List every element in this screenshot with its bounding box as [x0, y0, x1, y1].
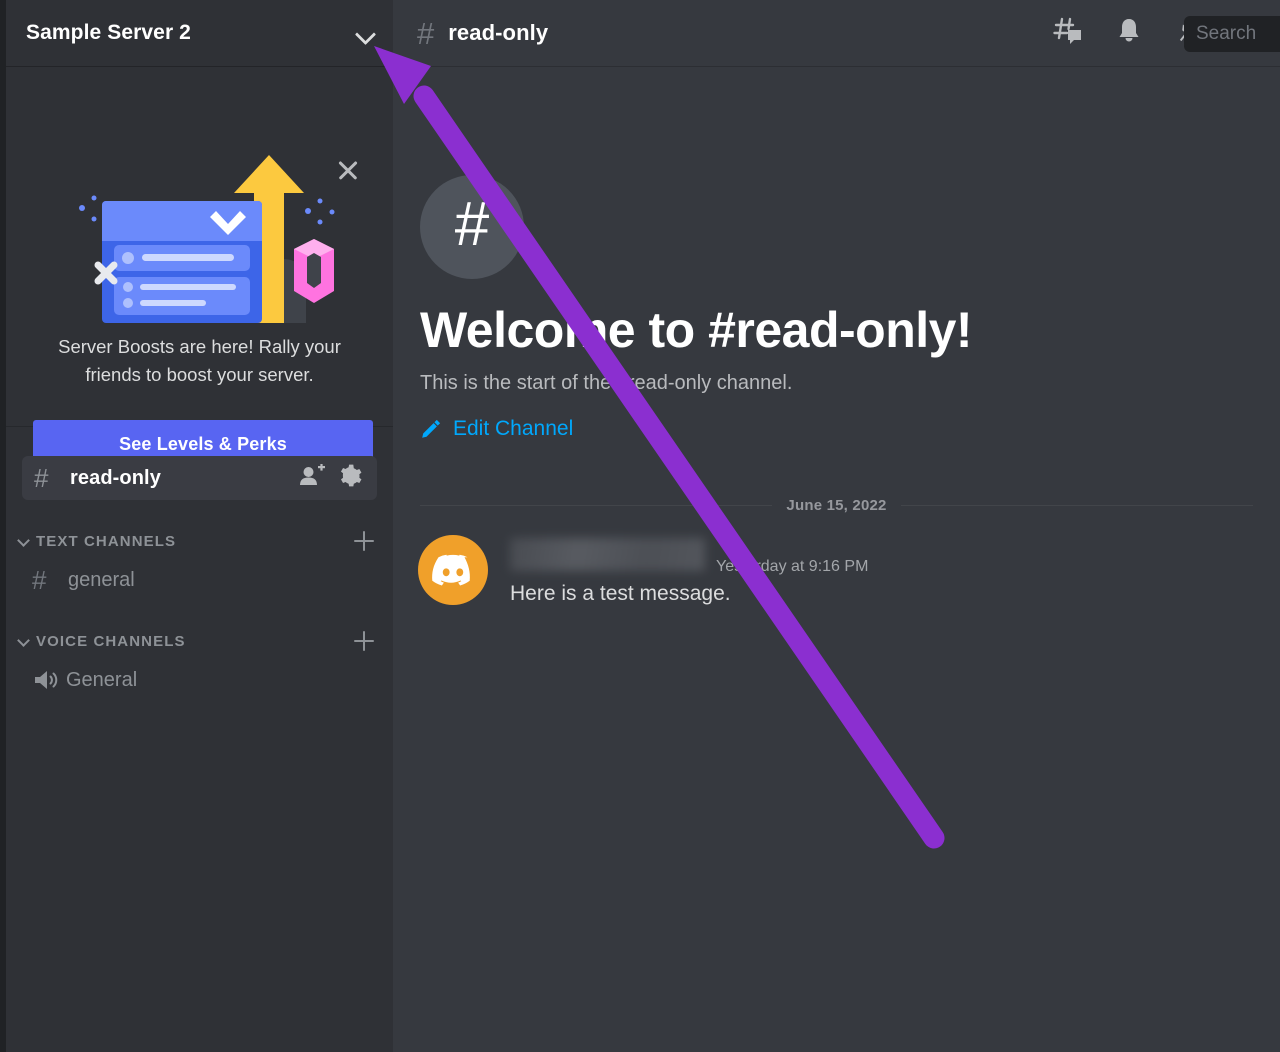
hash-icon: # — [454, 190, 490, 259]
pencil-icon — [420, 418, 442, 440]
threads-icon[interactable] — [1053, 17, 1083, 50]
server-boost-card: Server Boosts are here! Rally your frien… — [6, 67, 393, 468]
plus-icon[interactable] — [353, 530, 375, 552]
notification-bell-icon[interactable] — [1116, 17, 1142, 50]
welcome-subtitle: This is the start of the #read-only chan… — [420, 372, 793, 394]
message-body: Yesterday at 9:16 PM Here is a test mess… — [510, 535, 868, 606]
server-name: Sample Server 2 — [26, 21, 191, 44]
edit-channel-link[interactable]: Edit Channel — [420, 417, 573, 441]
chevron-down-icon[interactable] — [18, 535, 30, 547]
search-input[interactable]: Search — [1184, 16, 1280, 52]
message-timestamp: Yesterday at 9:16 PM — [716, 558, 869, 575]
hash-icon: # — [32, 565, 47, 595]
channel-group-label: VOICE CHANNELS — [36, 632, 186, 650]
channel-hash-avatar: # — [420, 175, 524, 279]
divider-date-label: June 15, 2022 — [786, 497, 887, 514]
channel-welcome-block: # Welcome to #read-only! This is the sta… — [393, 175, 1280, 445]
person-add-icon[interactable] — [299, 463, 325, 493]
hash-icon: # — [417, 15, 435, 51]
boost-description: Server Boosts are here! Rally your frien… — [58, 336, 341, 385]
gear-icon[interactable] — [339, 464, 363, 493]
channel-group-label: TEXT CHANNELS — [36, 532, 177, 550]
channel-sidebar: Sample Server 2 Server Boosts are here! … — [6, 0, 393, 1052]
server-boost-illustration — [68, 153, 348, 323]
sidebar-item-general-text[interactable]: # general — [6, 560, 393, 600]
sidebar-item-read-only[interactable]: # read-only — [22, 456, 377, 500]
search-placeholder: Search — [1196, 23, 1257, 44]
divider-line-right — [900, 505, 1254, 506]
page-title: read-only — [448, 20, 549, 45]
message-item: Yesterday at 9:16 PM Here is a test mess… — [418, 535, 1280, 606]
edit-channel-label: Edit Channel — [453, 417, 574, 440]
channel-label: general — [68, 568, 135, 591]
server-header-button[interactable]: Sample Server 2 — [6, 0, 393, 67]
divider-line-left — [420, 505, 773, 506]
message-text: Here is a test message. — [510, 582, 731, 605]
channel-group-text[interactable]: TEXT CHANNELS — [6, 528, 393, 554]
discord-window: Sample Server 2 Server Boosts are here! … — [0, 0, 1280, 1052]
channel-list: # read-only TEXT CHANNELS # general VOIC… — [6, 427, 393, 700]
main-content: # read-only Search # Welcome to #read-on… — [393, 0, 1280, 1052]
date-divider: June 15, 2022 — [420, 497, 1254, 514]
channel-label: General — [66, 668, 138, 691]
channel-header: # read-only Search — [393, 0, 1280, 67]
hash-icon: # — [34, 463, 49, 493]
chevron-down-icon[interactable] — [18, 635, 30, 647]
avatar[interactable] — [418, 535, 488, 605]
speaker-icon — [32, 668, 60, 692]
sidebar-item-general-voice[interactable]: General — [6, 660, 393, 700]
plus-icon[interactable] — [353, 630, 375, 652]
message-header: Yesterday at 9:16 PM — [510, 538, 868, 576]
channel-label: read-only — [70, 466, 161, 489]
message-username-redacted[interactable] — [510, 538, 705, 571]
chevron-down-icon[interactable] — [355, 22, 377, 44]
channel-group-voice[interactable]: VOICE CHANNELS — [6, 628, 393, 654]
welcome-title: Welcome to #read-only! — [420, 302, 973, 358]
